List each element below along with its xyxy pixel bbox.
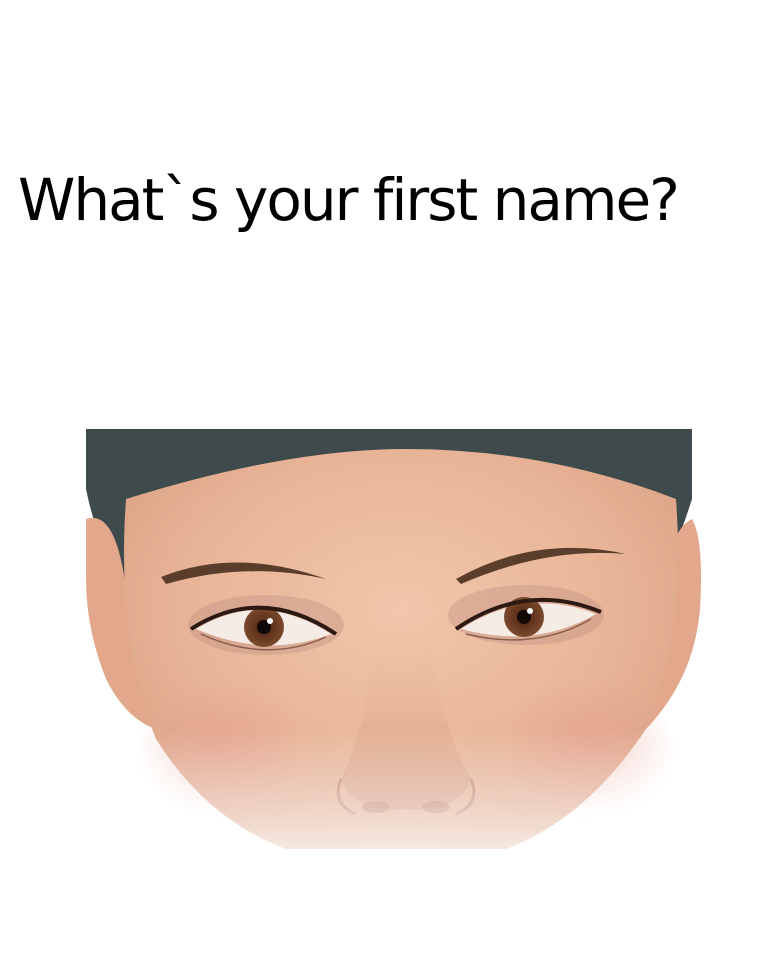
page: What`s your first name? [0,0,768,960]
face-illustration [86,429,720,849]
face-photo [86,429,720,849]
question-heading: What`s your first name? [18,166,680,234]
bottom-fade [86,729,720,849]
